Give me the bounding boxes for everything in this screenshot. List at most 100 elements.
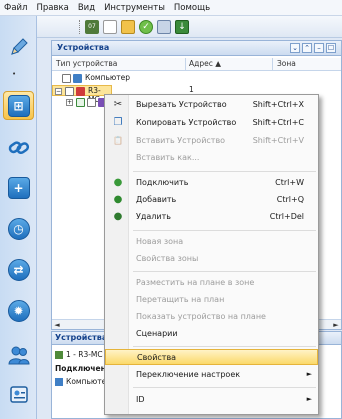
toolbar-grip[interactable]	[79, 20, 81, 34]
menu-tools[interactable]: Инструменты	[104, 3, 165, 13]
menu-item-label: Вставить Устройство	[136, 136, 226, 145]
menu-item-properties[interactable]: Свойства	[105, 349, 318, 365]
tree-collapse-toggle[interactable]: −	[55, 88, 62, 95]
device-icon	[76, 87, 85, 96]
menu-file[interactable]: Файл	[4, 3, 27, 13]
menu-help[interactable]: Помощь	[174, 3, 210, 13]
devices-panel-title: Устройства	[57, 43, 110, 52]
checkbox-icon	[76, 98, 85, 107]
menu-item-paste[interactable]: 📋 Вставить Устройство Shift+Ctrl+V	[105, 133, 318, 149]
toolbar: 07 ✓ ↓	[37, 16, 342, 38]
menu-item-label: Свойства	[137, 353, 177, 362]
copy-icon: ❐	[113, 117, 123, 128]
panel-expand-button[interactable]: ⌃	[302, 43, 312, 53]
menu-separator	[133, 346, 316, 347]
menu-item-paste-as[interactable]: Вставить как...	[105, 150, 318, 166]
column-address[interactable]: Адрес ▲	[189, 59, 221, 68]
column-divider[interactable]	[272, 58, 273, 71]
menu-item-add[interactable]: ● Добавить Ctrl+Q	[105, 192, 318, 208]
computer-icon	[55, 378, 63, 386]
menu-item-shortcut: Ctrl+Q	[276, 195, 304, 204]
devices-table-header: Тип устройства Адрес ▲ Зона	[52, 58, 341, 71]
submenu-arrow-icon: ►	[306, 395, 312, 403]
menu-item-place-on-plan[interactable]: Разместить на плане в зоне	[105, 275, 318, 291]
panel-collapse-button[interactable]: ⌄	[290, 43, 300, 53]
menu-item-label: Копировать Устройство	[136, 118, 237, 127]
sidebar-shuffle-button[interactable]: ⇄	[3, 255, 34, 284]
menu-item-shortcut: Ctrl+Del	[269, 212, 304, 221]
menu-item-connect[interactable]: ● Подключить Ctrl+W	[105, 175, 318, 191]
toolbar-print-button[interactable]	[157, 20, 171, 34]
device-address: 1	[189, 85, 194, 94]
sidebar-add-button[interactable]: +	[3, 173, 34, 202]
menu-item-shortcut: Shift+Ctrl+X	[252, 100, 304, 109]
delete-icon: ●	[113, 211, 123, 222]
menu-item-label: Разместить на плане в зоне	[136, 278, 255, 287]
menu-item-label: Сценарии	[136, 329, 178, 338]
menu-separator	[133, 230, 316, 231]
toolbar-download-button[interactable]: ↓	[175, 20, 189, 34]
sidebar-badge-button[interactable]	[3, 379, 34, 408]
menu-item-drag-to-plan[interactable]: Перетащить на план	[105, 292, 318, 308]
menu-item-new-zone[interactable]: Новая зона	[105, 234, 318, 250]
page-icon	[62, 74, 71, 83]
sidebar-devices-button[interactable]: ⊞	[3, 91, 34, 120]
toolbar-new-button[interactable]	[103, 20, 117, 34]
menu-item-id[interactable]: ID ►	[105, 392, 318, 408]
sidebar-clock-button[interactable]: ◷	[3, 214, 34, 243]
details-device-text: 1 - R3-MC с	[66, 350, 110, 359]
table-row-computer[interactable]: Компьютер	[52, 73, 341, 84]
devices-panel-header: Устройства ⌄ ⌃ – ☐	[52, 41, 341, 56]
menu-bar: Файл Правка Вид Инструменты Помощь	[0, 0, 342, 16]
connect-icon: ●	[113, 177, 123, 188]
submenu-arrow-icon: ►	[306, 370, 312, 378]
gear-icon: ✹	[7, 299, 30, 322]
device-name: Компьютер	[85, 73, 130, 82]
details-device-line: 1 - R3-MC с	[55, 350, 109, 359]
menu-item-switch-settings[interactable]: Переключение настроек ►	[105, 367, 318, 383]
sidebar-settings-button[interactable]: ✹	[3, 296, 34, 325]
menu-item-delete[interactable]: ● Удалить Ctrl+Del	[105, 209, 318, 225]
menu-item-shortcut: Ctrl+W	[275, 178, 304, 187]
menu-separator	[133, 387, 316, 388]
column-divider[interactable]	[185, 58, 186, 71]
menu-item-label: ID	[136, 395, 145, 404]
sidebar-more-dot[interactable]: •	[12, 70, 16, 78]
menu-item-show-on-plan[interactable]: Показать устройство на плане	[105, 309, 318, 325]
scissors-icon: ✂	[113, 99, 123, 110]
table-row-r3mc[interactable]: − R3-MC	[52, 85, 112, 104]
tree-expand-toggle[interactable]: +	[66, 99, 73, 106]
menu-item-label: Новая зона	[136, 237, 184, 246]
sidebar-pencil-button[interactable]	[3, 32, 34, 61]
menu-item-label: Добавить	[136, 195, 177, 204]
menu-item-scenarios[interactable]: Сценарии	[105, 326, 318, 342]
menu-edit[interactable]: Правка	[36, 3, 68, 13]
panel-maximize-button[interactable]: ☐	[326, 43, 336, 53]
devices-tree-icon: ⊞	[7, 94, 30, 117]
sidebar-users-button[interactable]	[3, 340, 34, 369]
menu-item-zone-properties[interactable]: Свойства зоны	[105, 251, 318, 267]
menu-separator	[133, 271, 316, 272]
column-device-type[interactable]: Тип устройства	[56, 59, 117, 68]
menu-item-label: Показать устройство на плане	[136, 312, 266, 321]
menu-item-label: Перетащить на план	[136, 295, 225, 304]
menu-item-cut[interactable]: ✂ Вырезать Устройство Shift+Ctrl+X	[105, 97, 318, 113]
scroll-left-button[interactable]: ◄	[52, 320, 62, 330]
menu-view[interactable]: Вид	[78, 3, 95, 13]
menu-item-copy[interactable]: ❐ Копировать Устройство Shift+Ctrl+C	[105, 115, 318, 131]
sidebar-links-button[interactable]	[3, 133, 34, 162]
computer-icon	[73, 74, 82, 83]
column-zone[interactable]: Зона	[277, 59, 296, 68]
paste-icon: 📋	[113, 136, 123, 145]
menu-item-label: Переключение настроек	[136, 370, 241, 379]
device-icon	[55, 351, 63, 359]
panel-minimize-button[interactable]: –	[314, 43, 324, 53]
menu-item-label: Удалить	[136, 212, 171, 221]
toolbar-open-button[interactable]	[121, 20, 135, 34]
toolbar-config-button[interactable]: 07	[85, 20, 99, 34]
pencil-icon	[10, 37, 28, 55]
scroll-right-button[interactable]: ►	[331, 320, 341, 330]
menu-item-label: Вставить как...	[136, 153, 200, 162]
toolbar-apply-button[interactable]: ✓	[139, 20, 153, 34]
menu-item-label: Вырезать Устройство	[136, 100, 227, 109]
